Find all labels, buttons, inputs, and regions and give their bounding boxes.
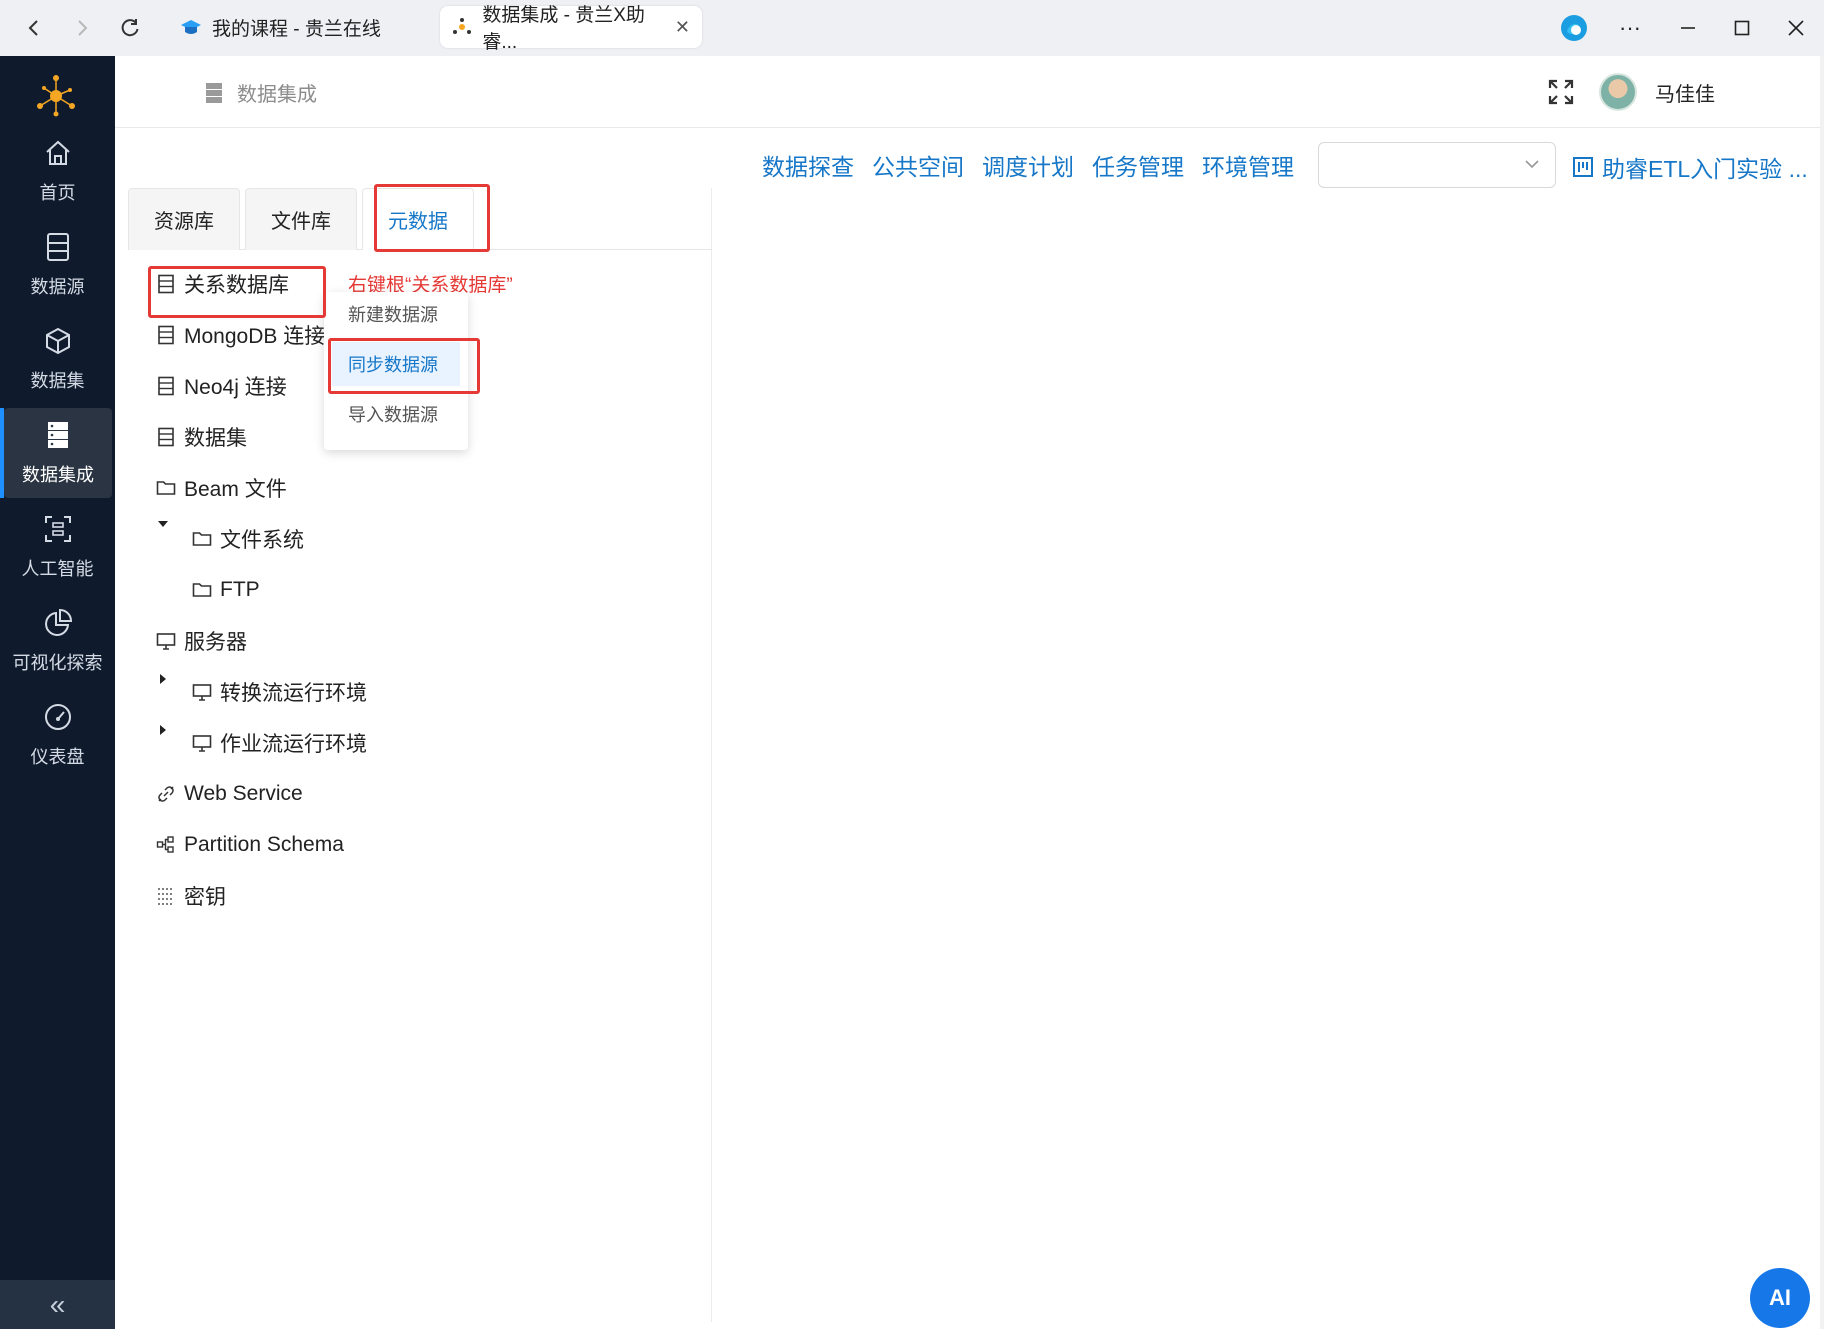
tree-item-transform-runtime[interactable]: 转换流运行环境 <box>192 674 367 710</box>
database-icon <box>158 427 174 447</box>
gauge-icon <box>42 701 74 733</box>
highlight-box-metadata-tab <box>374 184 490 252</box>
tree-item-neo4j[interactable]: Neo4j 连接 <box>156 368 287 404</box>
top-nav: 数据探查 公共空间 调度计划 任务管理 环境管理 <box>762 145 1312 185</box>
nav-environment[interactable]: 环境管理 <box>1202 148 1294 182</box>
breadcrumb: 数据集成 <box>205 78 317 107</box>
monitor-icon <box>192 735 212 752</box>
home-icon <box>42 137 74 169</box>
caret-right-icon[interactable] <box>156 723 170 737</box>
server-icon <box>206 82 222 103</box>
board-icon <box>1573 157 1593 177</box>
collapse-sidebar-button[interactable]: « <box>0 1280 115 1329</box>
tab-close-icon[interactable]: ✕ <box>675 17 690 38</box>
caret-right-icon[interactable] <box>156 672 170 686</box>
partition-icon <box>156 836 174 853</box>
monitor-icon <box>192 684 212 701</box>
tab-repository[interactable]: 资源库 <box>128 188 240 250</box>
page-scrollbar[interactable] <box>1820 56 1824 1329</box>
nav-public-space[interactable]: 公共空间 <box>872 148 964 182</box>
database-icon <box>158 376 174 396</box>
forward-icon[interactable] <box>64 10 100 46</box>
app-logo-icon[interactable] <box>30 70 82 122</box>
edge-copilot-icon[interactable] <box>1554 8 1594 48</box>
avatar[interactable] <box>1599 73 1637 111</box>
tree-item-mongodb[interactable]: MongoDB 连接 <box>156 317 325 353</box>
link-icon <box>158 786 174 802</box>
lab-link[interactable]: 助睿ETL入门实验 ... <box>1572 150 1808 184</box>
tree-item-file-system[interactable]: 文件系统 <box>192 521 304 557</box>
database-icon <box>158 325 174 345</box>
tree-item-partition-schema[interactable]: Partition Schema <box>156 827 344 863</box>
browser-tab-data-integration[interactable]: 数据集成 - 贵兰X助睿... ✕ <box>440 5 702 53</box>
folder-icon <box>192 583 212 597</box>
app-logo-icon <box>452 16 472 38</box>
ai-scan-icon <box>42 513 74 545</box>
tree-item-job-runtime[interactable]: 作业流运行环境 <box>192 725 367 761</box>
cube-icon <box>42 325 74 357</box>
browser-chrome: 我的课程 - 贵兰在线 数据集成 - 贵兰X助睿... ✕ ··· <box>0 0 1824 56</box>
reload-icon[interactable] <box>112 10 148 46</box>
sidebar-item-dataset[interactable]: 数据集 <box>0 314 115 404</box>
browser-tab-courses[interactable]: 我的课程 - 贵兰在线 <box>168 6 393 48</box>
sidebar-item-visual-explore[interactable]: 可视化探索 <box>0 596 115 686</box>
breadcrumb-label: 数据集成 <box>237 84 317 106</box>
username[interactable]: 马佳佳 <box>1655 78 1715 107</box>
nav-schedule[interactable]: 调度计划 <box>982 148 1074 182</box>
sidebar-item-dashboard[interactable]: 仪表盘 <box>0 690 115 780</box>
tree-item-secret-key[interactable]: 密钥 <box>156 878 226 914</box>
tree-item-ftp[interactable]: FTP <box>192 572 260 608</box>
project-select[interactable] <box>1318 142 1556 188</box>
close-window-icon[interactable] <box>1776 8 1816 48</box>
highlight-box-sync-datasource <box>328 338 480 394</box>
sidebar-item-datasource[interactable]: 数据源 <box>0 220 115 310</box>
maximize-icon[interactable] <box>1722 8 1762 48</box>
highlight-box-relational-db <box>148 266 326 318</box>
tree-item-beam-file[interactable]: Beam 文件 <box>156 470 287 506</box>
caret-down-icon[interactable] <box>156 517 170 531</box>
graduation-cap-icon <box>180 16 202 38</box>
more-icon[interactable]: ··· <box>1610 8 1650 48</box>
server-icon <box>42 419 74 451</box>
tree-item-web-service[interactable]: Web Service <box>156 776 303 812</box>
database-icon <box>42 231 74 263</box>
folder-icon <box>192 532 212 546</box>
menu-item-new-datasource[interactable]: 新建数据源 <box>324 292 468 336</box>
menu-item-import-datasource[interactable]: 导入数据源 <box>324 392 468 436</box>
page-header: 数据集成 马佳佳 <box>115 56 1820 128</box>
monitor-icon <box>156 633 176 650</box>
back-icon[interactable] <box>16 10 52 46</box>
key-grid-icon <box>158 888 174 905</box>
sidebar: 首页 数据源 数据集 数据集成 人工智能 可视化探索 仪表盘 « <box>0 56 115 1329</box>
tree-item-dataset[interactable]: 数据集 <box>156 419 247 455</box>
tab-file-library[interactable]: 文件库 <box>245 188 357 250</box>
folder-icon <box>156 481 176 495</box>
nav-task-management[interactable]: 任务管理 <box>1092 148 1184 182</box>
minimize-icon[interactable] <box>1668 8 1708 48</box>
nav-data-explore[interactable]: 数据探查 <box>762 148 854 182</box>
ai-assistant-button[interactable]: AI <box>1750 1268 1810 1328</box>
sidebar-item-ai[interactable]: 人工智能 <box>0 502 115 592</box>
chevron-down-icon <box>1525 160 1539 169</box>
fullscreen-icon[interactable] <box>1545 76 1577 108</box>
pie-chart-icon <box>42 607 74 639</box>
sidebar-item-data-integration[interactable]: 数据集成 <box>0 408 112 498</box>
tab-title: 数据集成 - 贵兰X助睿... <box>482 5 645 53</box>
tab-title: 我的课程 - 贵兰在线 <box>212 18 381 40</box>
tree-item-server[interactable]: 服务器 <box>156 623 247 659</box>
sidebar-item-home[interactable]: 首页 <box>0 126 115 216</box>
